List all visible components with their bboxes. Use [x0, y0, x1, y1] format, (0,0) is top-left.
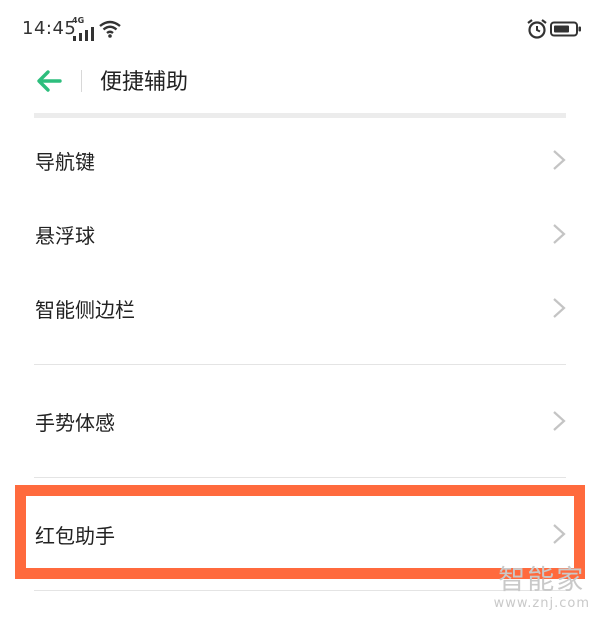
- divider: [34, 477, 566, 478]
- watermark-url: www.znj.com: [493, 596, 590, 611]
- menu-item-label: 导航键: [35, 150, 95, 174]
- menu-item-gesture-motion[interactable]: 手势体感: [0, 391, 600, 451]
- divider: [34, 364, 566, 365]
- page-title: 便捷辅助: [100, 70, 189, 95]
- wifi-icon: [99, 20, 121, 38]
- chevron-right-icon: [553, 224, 566, 244]
- divider: [34, 590, 566, 591]
- signal-icon: [73, 27, 94, 41]
- title-bar: [0, 56, 600, 112]
- menu-item-label: 悬浮球: [35, 224, 95, 248]
- menu-item-floating-ball[interactable]: 悬浮球: [0, 204, 600, 264]
- watermark: 智能家 www.znj.com: [493, 565, 590, 612]
- section-divider: [34, 113, 566, 118]
- menu-item-navigation-keys[interactable]: 导航键: [0, 130, 600, 190]
- status-bar: 14:45 4G: [0, 0, 600, 56]
- alarm-clock-icon: [527, 19, 547, 39]
- back-arrow-icon[interactable]: [34, 66, 64, 96]
- chevron-right-icon: [553, 411, 566, 431]
- menu-item-label: 手势体感: [35, 411, 115, 435]
- chevron-right-icon: [553, 150, 566, 170]
- watermark-text: 智能家: [498, 565, 586, 596]
- battery-icon: [550, 21, 581, 37]
- menu-item-label: 智能侧边栏: [35, 298, 135, 322]
- menu-item-smart-sidebar[interactable]: 智能侧边栏: [0, 278, 600, 338]
- network-type: 4G: [72, 16, 85, 25]
- chevron-right-icon: [553, 298, 566, 318]
- status-time: 14:45: [22, 18, 77, 39]
- title-divider: [81, 70, 82, 92]
